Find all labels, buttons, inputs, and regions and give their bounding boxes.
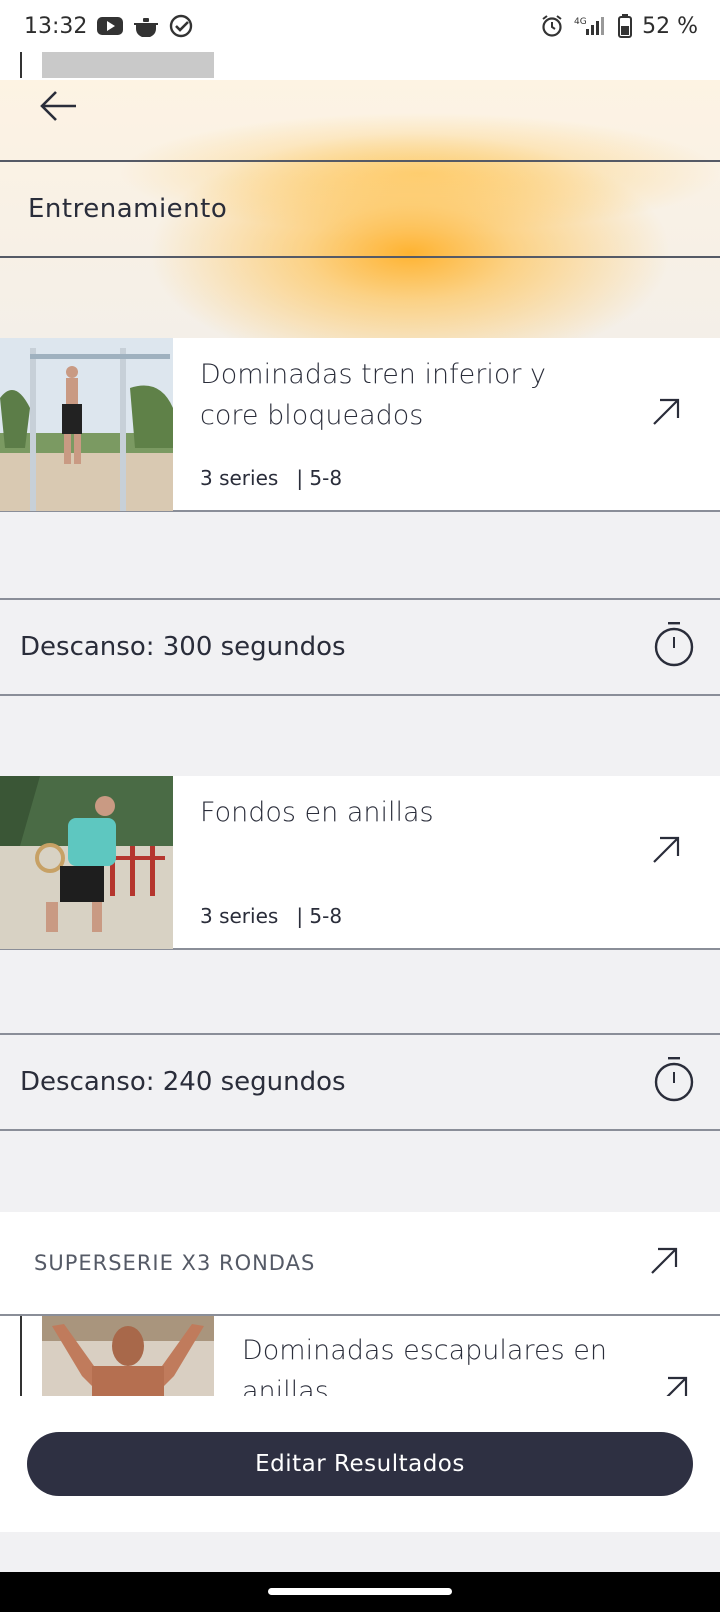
open-exercise-button[interactable] (656, 1372, 692, 1396)
exercise-meta: 3 series | 5-8 (200, 466, 342, 490)
rest-label: Descanso: 300 segundos (20, 632, 346, 662)
exercise-title: Fondos en anillas (200, 797, 434, 828)
previous-content-peek (0, 52, 720, 80)
open-exercise-button[interactable] (648, 832, 684, 868)
back-arrow-icon (40, 91, 76, 121)
alarm-icon (540, 14, 564, 38)
exercise-thumbnail (0, 776, 173, 949)
rest-label: Descanso: 240 segundos (20, 1067, 346, 1097)
rest-row: Descanso: 240 segundos (0, 1033, 720, 1131)
previous-rail (20, 52, 22, 78)
stopwatch-icon[interactable] (654, 621, 694, 674)
bottom-action-bar: Editar Resultados (0, 1396, 720, 1532)
system-nav-bar (0, 1572, 720, 1612)
external-arrow-icon (653, 836, 680, 863)
superset-header[interactable]: SUPERSERIE X3 RONDAS (0, 1212, 720, 1316)
exercise-title: Dominadas tren inferior y core bloqueado… (200, 359, 547, 431)
back-button[interactable] (36, 86, 86, 126)
open-superset-button[interactable] (646, 1243, 682, 1284)
superset-exercise-card[interactable]: Dominadas escapulares en anillas (0, 1316, 720, 1396)
rest-row: Descanso: 300 segundos (0, 598, 720, 696)
status-right: 4G 52 % (540, 14, 698, 39)
external-arrow-icon (666, 1376, 688, 1396)
edit-results-button[interactable]: Editar Resultados (27, 1432, 693, 1496)
section-title-text: Entrenamiento (28, 194, 228, 224)
superset-label: SUPERSERIE X3 RONDAS (34, 1251, 316, 1275)
exercise-title: Dominadas escapulares en anillas (242, 1335, 607, 1396)
battery-icon (618, 14, 633, 38)
exercise-reps: | 5-8 (296, 904, 343, 928)
section-title: Entrenamiento (0, 160, 720, 258)
exercise-reps: | 5-8 (296, 466, 343, 490)
youtube-icon (97, 16, 124, 36)
superset-rail (20, 1316, 22, 1396)
exercise-card-fondos[interactable]: Fondos en anillas 3 series | 5-8 (0, 776, 720, 950)
external-arrow-icon (653, 398, 680, 425)
check-circle-icon (169, 14, 193, 38)
signal-icon: 4G (574, 15, 608, 37)
status-bar: 13:32 4G 52 % (0, 0, 720, 52)
exercise-thumbnail (42, 1316, 214, 1396)
home-gesture-handle[interactable] (268, 1588, 452, 1595)
previous-thumbnail (42, 52, 214, 78)
status-left: 13:32 (24, 14, 193, 39)
battery-percent: 52 % (642, 13, 698, 39)
exercise-thumbnail (0, 338, 173, 511)
cooking-pot-icon (133, 15, 159, 37)
external-arrow-icon (651, 1247, 678, 1274)
exercise-series: 3 series (200, 904, 279, 928)
exercise-series: 3 series (200, 466, 279, 490)
stopwatch-icon[interactable] (654, 1056, 694, 1109)
status-time: 13:32 (24, 13, 88, 39)
exercise-meta: 3 series | 5-8 (200, 904, 342, 928)
open-exercise-button[interactable] (648, 394, 684, 430)
exercise-card-dominadas[interactable]: Dominadas tren inferior y core bloqueado… (0, 338, 720, 512)
network-label: 4G (574, 17, 587, 27)
